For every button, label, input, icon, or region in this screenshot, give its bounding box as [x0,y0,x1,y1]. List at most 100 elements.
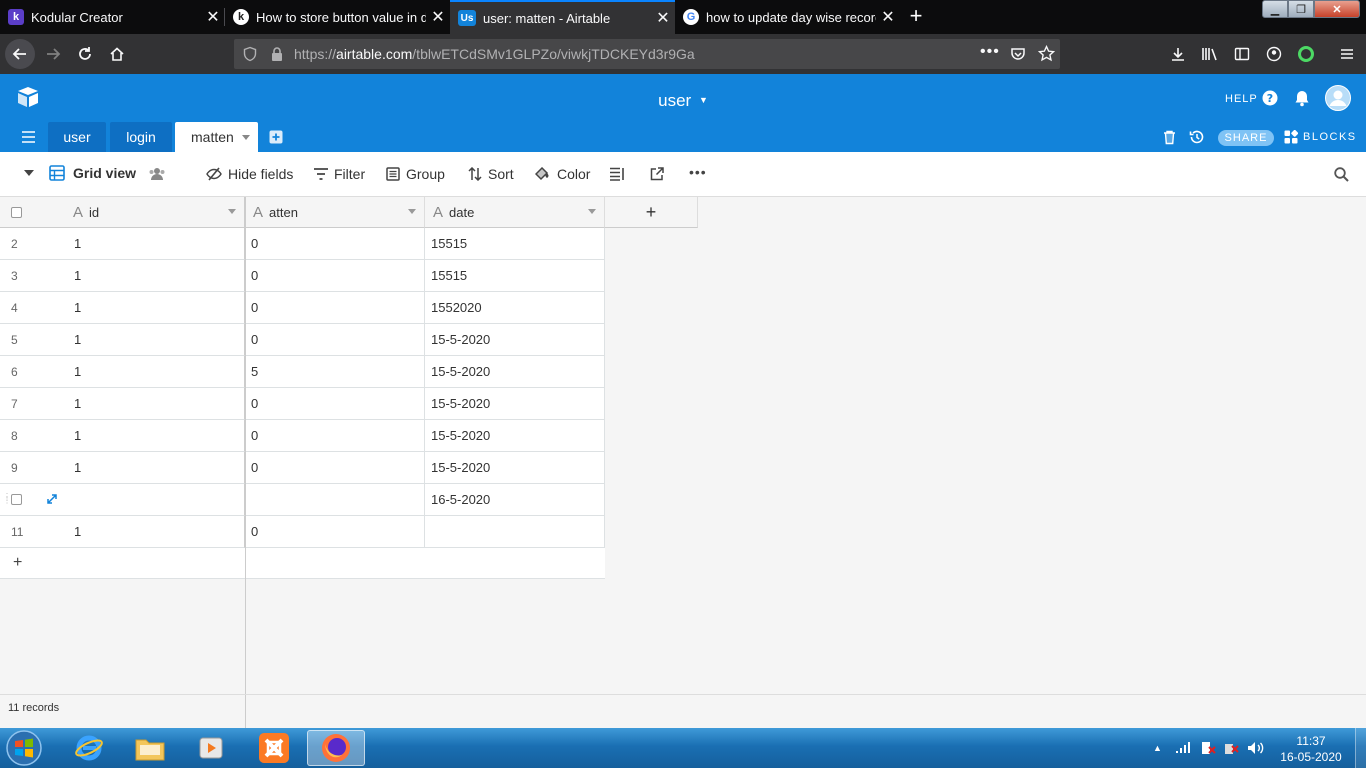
minimize-icon[interactable]: ▁ [1262,0,1288,18]
history-icon[interactable] [1189,129,1205,145]
library-button[interactable] [1195,39,1225,69]
cell-atten[interactable]: 0 [245,516,425,548]
add-row-button[interactable]: + [0,548,605,579]
group-button[interactable]: Group [386,166,445,182]
drag-handle-icon[interactable]: ⋮ ⋮ [3,493,11,505]
cell-date[interactable]: 16-5-2020 [425,484,605,516]
more-options-icon[interactable]: ••• [689,164,707,180]
volume-icon[interactable] [1247,741,1265,755]
cell-atten[interactable]: 0 [245,228,425,260]
taskbar-media-player[interactable] [182,730,240,766]
caret-down-icon[interactable] [588,209,596,214]
cell-date[interactable]: 15515 [425,228,605,260]
account-button[interactable] [1259,39,1289,69]
add-column-button[interactable]: + [605,197,698,228]
taskbar-xampp[interactable] [245,730,303,766]
view-switcher[interactable]: Grid view [49,165,136,181]
cell-atten[interactable]: 5 [245,356,425,388]
extension-button[interactable] [1291,39,1321,69]
cell-date[interactable]: 15-5-2020 [425,324,605,356]
column-header-date[interactable]: A date [425,197,605,228]
cell-atten[interactable]: 0 [245,420,425,452]
hamburger-icon[interactable] [22,131,35,143]
power-icon[interactable] [1223,741,1239,755]
color-button[interactable]: Color [535,166,590,182]
cell-atten[interactable]: 0 [245,324,425,356]
cell-date[interactable]: 15-5-2020 [425,388,605,420]
maximize-icon[interactable]: ❐ [1288,0,1314,18]
new-tab-button[interactable]: + [905,5,927,27]
taskbar-explorer[interactable] [121,730,179,766]
network-signal-icon[interactable] [1175,742,1191,754]
cell-date[interactable]: 15-5-2020 [425,452,605,484]
sort-button[interactable]: Sort [468,166,514,182]
bell-icon[interactable] [1294,90,1310,107]
cell-id[interactable]: 1 [65,356,245,388]
blocks-button[interactable]: BLOCKS [1284,130,1357,144]
action-center-icon[interactable] [1200,741,1216,755]
windows-start-icon[interactable] [4,729,44,767]
menu-button[interactable] [1332,39,1362,69]
base-title[interactable]: user ▼ [0,91,1366,111]
share-view-icon[interactable] [650,167,664,181]
tab-user[interactable]: user [48,122,106,152]
page-actions-icon[interactable]: ••• [980,43,1000,61]
browser-tab-google[interactable]: G how to update day wise record ✕ [675,0,900,34]
cell-id[interactable]: 1 [65,324,245,356]
taskbar-firefox[interactable] [307,730,365,766]
home-button[interactable] [102,39,132,69]
expand-record-icon[interactable] [47,494,57,504]
cell-id[interactable]: 1 [65,452,245,484]
close-tab-icon[interactable]: ✕ [426,7,450,27]
cell-atten[interactable]: 0 [245,388,425,420]
avatar[interactable] [1325,85,1351,111]
caret-down-icon[interactable] [408,209,416,214]
taskbar-ie[interactable] [60,730,118,766]
select-all-checkbox[interactable] [11,206,22,218]
reload-button[interactable] [70,39,100,69]
cell-id[interactable]: 1 [65,516,245,548]
show-desktop-button[interactable] [1355,728,1366,768]
browser-tab-kodular-community[interactable]: k How to store button value in d ✕ [225,0,450,34]
help-button[interactable]: HELP [1225,93,1258,105]
cell-id[interactable]: 1 [65,388,245,420]
tab-matten[interactable]: matten [175,122,258,152]
cell-id[interactable]: 1 [65,292,245,324]
trash-icon[interactable] [1163,130,1176,145]
bookmark-star-icon[interactable] [1038,45,1055,62]
collaborators-icon[interactable] [148,167,166,181]
views-toggle-icon[interactable] [24,170,34,176]
show-hidden-icons[interactable]: ▲ [1153,743,1162,753]
search-icon[interactable] [1334,167,1349,182]
row-height-icon[interactable] [610,167,625,181]
close-tab-icon[interactable]: ✕ [651,8,675,28]
forward-button[interactable] [38,39,68,69]
window-close-icon[interactable]: ✕ [1314,0,1360,18]
url-bar[interactable]: https://airtable.com/tblwETCdSMv1GLPZo/v… [234,39,1060,69]
cell-date[interactable]: 15-5-2020 [425,420,605,452]
row-checkbox[interactable] [11,494,22,505]
add-table-icon[interactable] [269,130,283,144]
back-button[interactable] [5,39,35,69]
cell-id[interactable]: 1 [65,260,245,292]
cell-atten[interactable]: 0 [245,260,425,292]
help-circle-icon[interactable]: ? [1262,90,1278,106]
sidebar-button[interactable] [1227,39,1257,69]
browser-tab-airtable[interactable]: Us user: matten - Airtable ✕ [450,0,675,34]
close-tab-icon[interactable]: ✕ [876,7,900,27]
cell-atten[interactable]: 0 [245,292,425,324]
downloads-button[interactable] [1163,39,1193,69]
browser-tab-kodular[interactable]: k Kodular Creator ✕ [0,0,225,34]
tab-login[interactable]: login [110,122,172,152]
share-button[interactable]: SHARE [1218,130,1274,146]
cell-atten[interactable] [245,484,425,516]
column-header-atten[interactable]: A atten [245,197,425,228]
cell-date[interactable] [425,516,605,548]
cell-id[interactable] [65,484,245,516]
column-header-id[interactable]: A id [65,197,245,228]
cell-atten[interactable]: 0 [245,452,425,484]
cell-date[interactable]: 15515 [425,260,605,292]
cell-date[interactable]: 1552020 [425,292,605,324]
cell-id[interactable]: 1 [65,420,245,452]
system-clock[interactable]: 11:37 16-05-2020 [1276,733,1346,765]
